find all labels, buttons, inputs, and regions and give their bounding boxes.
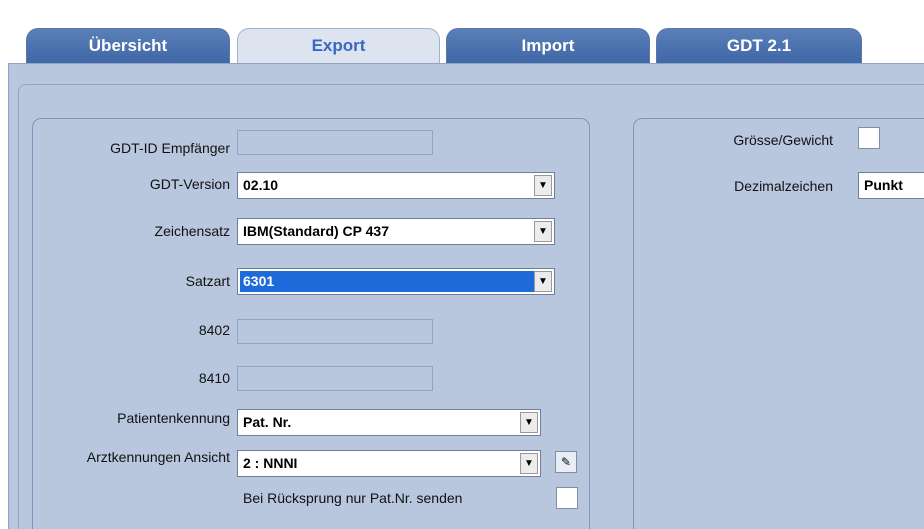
patient-id-value: Pat. Nr. [243, 414, 292, 430]
tab-label: Übersicht [88, 36, 168, 55]
edit-icon[interactable]: ✎ [555, 451, 577, 473]
size-weight-label: Grösse/Gewicht [733, 132, 833, 148]
gdt-id-field[interactable] [237, 130, 433, 155]
gdt-id-label: GDT-ID Empfänger [110, 140, 230, 156]
chevron-down-icon[interactable]: ▼ [534, 221, 552, 242]
tab-label: GDT 2.1 [726, 36, 792, 55]
satzart-select[interactable]: 6301 ▼ [237, 268, 555, 295]
tab-import[interactable]: Import [446, 28, 650, 64]
size-weight-checkbox[interactable] [858, 127, 880, 149]
doctor-view-value: 2 : NNNI [243, 455, 298, 471]
return-only-patnr-checkbox[interactable] [556, 487, 578, 509]
charset-value: IBM(Standard) CP 437 [243, 223, 389, 239]
field-8402[interactable] [237, 319, 433, 344]
doctor-view-select[interactable]: 2 : NNNI ▼ [237, 450, 541, 477]
charset-label: Zeichensatz [154, 223, 230, 239]
charset-select[interactable]: IBM(Standard) CP 437 ▼ [237, 218, 555, 245]
field-8410-label: 8410 [198, 370, 230, 386]
patient-id-label: Patientenkennung [117, 410, 230, 426]
gdt-version-value: 02.10 [243, 177, 279, 193]
satzart-label: Satzart [185, 273, 230, 289]
chevron-down-icon[interactable]: ▼ [520, 412, 538, 433]
return-only-patnr-label: Bei Rücksprung nur Pat.Nr. senden [243, 490, 463, 506]
tab-label: Import [521, 36, 575, 55]
gdt-version-label: GDT-Version [149, 176, 230, 192]
tab-label: Export [311, 36, 366, 55]
field-8402-label: 8402 [198, 322, 230, 338]
gdt-version-select[interactable]: 02.10 ▼ [237, 172, 555, 199]
decimal-separator-label: Dezimalzeichen [734, 178, 833, 194]
tab-export[interactable]: Export [237, 28, 440, 64]
satzart-value: 6301 [240, 271, 552, 292]
patient-id-select[interactable]: Pat. Nr. ▼ [237, 409, 541, 436]
decimal-separator-select[interactable]: Punkt [858, 172, 924, 199]
chevron-down-icon[interactable]: ▼ [534, 175, 552, 196]
decimal-separator-value: Punkt [864, 177, 903, 193]
chevron-down-icon[interactable]: ▼ [520, 453, 538, 474]
doctor-view-label: Arztkennungen Ansicht [86, 449, 230, 465]
field-8410[interactable] [237, 366, 433, 391]
chevron-down-icon[interactable]: ▼ [534, 271, 552, 292]
tab-gdt21[interactable]: GDT 2.1 [656, 28, 862, 64]
tab-uebersicht[interactable]: Übersicht [26, 28, 230, 64]
